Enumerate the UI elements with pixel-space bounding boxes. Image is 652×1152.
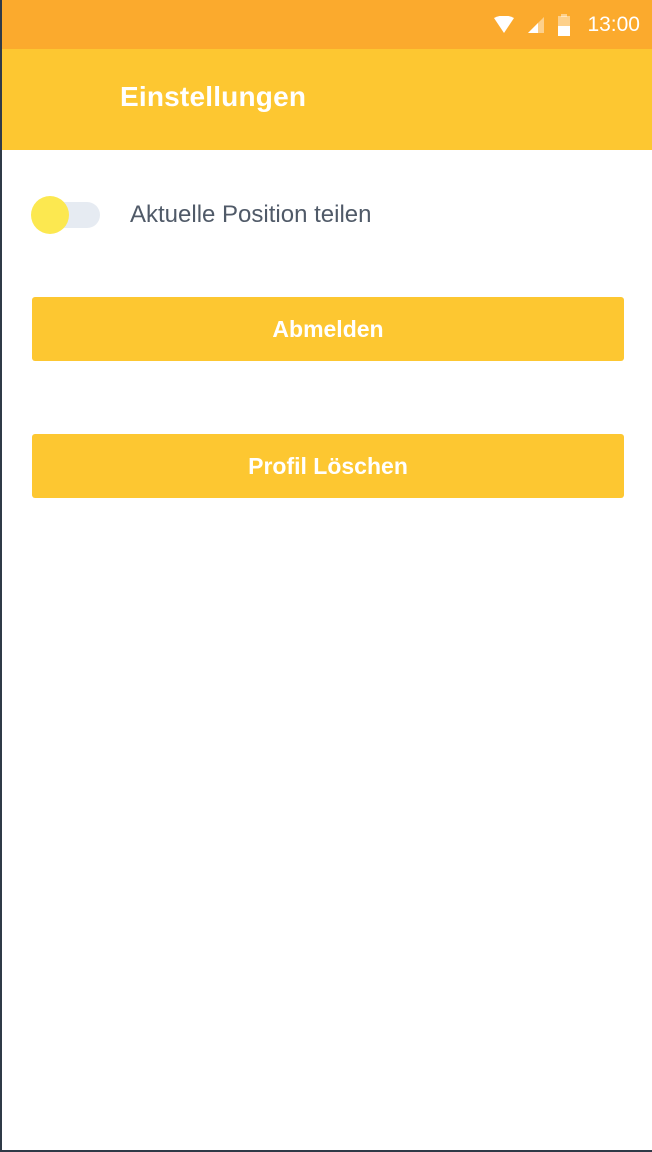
- battery-icon: [557, 13, 571, 36]
- logout-button[interactable]: Abmelden: [32, 297, 624, 361]
- status-icons: 13:00: [493, 0, 640, 49]
- settings-screen: 13:00 Einstellungen Aktuelle Position te…: [2, 0, 652, 1150]
- page-title: Einstellungen: [120, 81, 307, 112]
- wifi-icon: [493, 15, 515, 34]
- status-time: 13:00: [587, 12, 640, 36]
- share-location-row[interactable]: Aktuelle Position teilen: [2, 190, 652, 238]
- status-bar: 13:00: [2, 0, 652, 49]
- delete-profile-button[interactable]: Profil Löschen: [32, 434, 624, 498]
- toggle-thumb[interactable]: [31, 196, 69, 234]
- share-location-label: Aktuelle Position teilen: [130, 201, 372, 228]
- app-bar: Einstellungen: [2, 49, 652, 150]
- signal-icon: [527, 16, 545, 34]
